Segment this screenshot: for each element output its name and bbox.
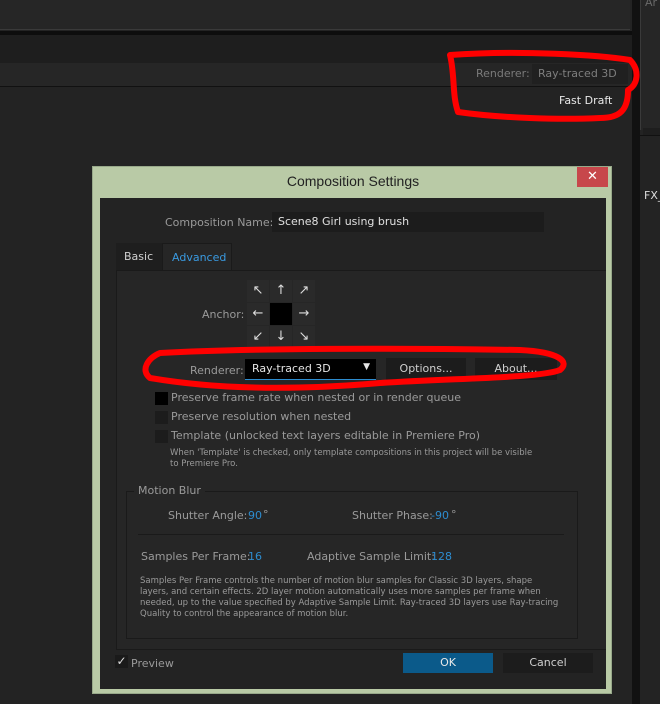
dialog-body: Composition Name: Scene8 Girl using brus…	[100, 198, 606, 689]
anchor-top-left-icon[interactable]: ↖	[247, 280, 269, 302]
right-panel-label: Ar	[645, 0, 658, 9]
motion-blur-description: Samples Per Frame controls the number of…	[140, 576, 559, 619]
shutter-phase-value[interactable]: -90	[431, 509, 449, 522]
anchor-grid: ↖ ↑ ↗ ← → ↙ ↓ ↘	[247, 280, 315, 348]
top-panel	[0, 0, 630, 30]
tab-basic[interactable]: Basic	[116, 243, 162, 270]
adaptive-sample-limit-label: Adaptive Sample Limit:	[307, 550, 435, 563]
composition-settings-dialog: Composition Settings ✕ Composition Name:…	[92, 166, 612, 694]
panel-header	[0, 35, 632, 63]
chevron-down-icon: ▼	[363, 362, 370, 372]
preserve-frame-rate-label: Preserve frame rate when nested or in re…	[171, 391, 461, 404]
comp-name-label: Composition Name:	[165, 216, 274, 229]
anchor-bottom-right-icon[interactable]: ↘	[293, 326, 315, 348]
shutter-angle-unit: °	[263, 508, 269, 521]
anchor-right-icon[interactable]: →	[293, 303, 315, 325]
dialog-title: Composition Settings	[286, 173, 420, 189]
anchor-top-right-icon[interactable]: ↗	[293, 280, 315, 302]
preserve-resolution-checkbox[interactable]	[155, 411, 168, 424]
preserve-frame-rate-checkbox[interactable]	[155, 392, 168, 405]
close-button[interactable]: ✕	[577, 167, 608, 187]
anchor-center[interactable]	[270, 303, 292, 325]
adaptive-sample-limit-value[interactable]: 128	[431, 550, 452, 563]
shutter-phase-label: Shutter Phase:	[352, 509, 433, 522]
right-panel-bottom	[640, 135, 660, 704]
motion-blur-title: Motion Blur	[134, 484, 205, 497]
cancel-button[interactable]: Cancel	[503, 653, 593, 673]
renderer-value[interactable]: Ray-traced 3D	[532, 64, 628, 84]
renderer-label: Renderer:	[190, 364, 244, 377]
preserve-resolution-label: Preserve resolution when nested	[171, 410, 352, 423]
renderer-select-value: Ray-traced 3D	[252, 362, 331, 375]
tab-advanced[interactable]: Advanced	[162, 243, 232, 271]
renderer-select[interactable]: Ray-traced 3D ▼	[245, 359, 376, 380]
anchor-left-icon[interactable]: ←	[247, 303, 269, 325]
anchor-bottom-left-icon[interactable]: ↙	[247, 326, 269, 348]
panel-divider[interactable]	[632, 0, 640, 704]
right-panel-tab[interactable]: FX_	[644, 189, 660, 202]
samples-per-frame-value[interactable]: 16	[248, 550, 262, 563]
template-label: Template (unlocked text layers editable …	[171, 429, 481, 442]
samples-per-frame-label: Samples Per Frame:	[141, 550, 251, 563]
shutter-phase-unit: °	[451, 508, 457, 521]
preview-checkbox[interactable]: ✓	[115, 655, 128, 668]
options-button[interactable]: Options...	[386, 358, 466, 380]
template-checkbox[interactable]	[155, 430, 168, 443]
fast-draft-label[interactable]: Fast Draft	[559, 94, 612, 107]
anchor-bottom-icon[interactable]: ↓	[270, 326, 292, 348]
template-note: When 'Template' is checked, only templat…	[170, 448, 533, 469]
shutter-angle-value[interactable]: 90	[248, 509, 262, 522]
renderer-label: Renderer:	[476, 67, 530, 80]
separator	[138, 534, 564, 535]
anchor-top-icon[interactable]: ↑	[270, 280, 292, 302]
anchor-label: Anchor:	[202, 308, 245, 321]
ok-button[interactable]: OK	[403, 653, 493, 673]
preview-label: Preview	[131, 657, 174, 670]
shutter-angle-label: Shutter Angle:	[168, 509, 248, 522]
about-button[interactable]: About...	[475, 358, 557, 380]
comp-name-input[interactable]: Scene8 Girl using brush	[272, 212, 544, 232]
right-panel-top: Ar	[640, 0, 660, 146]
